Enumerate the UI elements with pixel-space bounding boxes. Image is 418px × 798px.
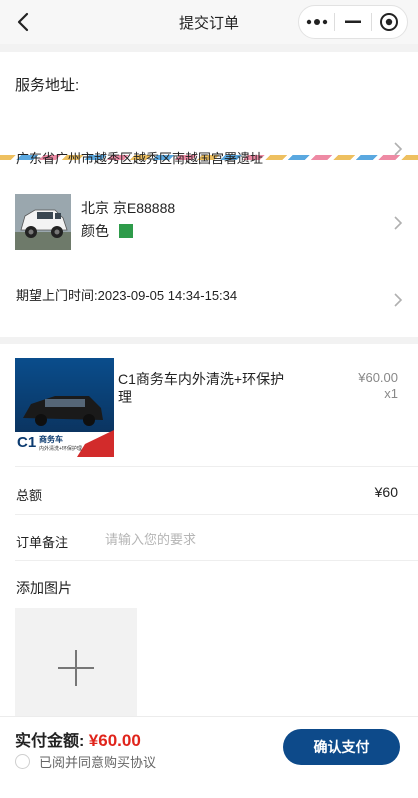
service-address-label: 服务地址: bbox=[15, 77, 80, 94]
product-quantity: x1 bbox=[384, 386, 398, 401]
add-image-label: 添加图片 bbox=[16, 580, 72, 596]
agreement-text: 已阅并同意购买协议 bbox=[39, 755, 157, 770]
car-thumbnail bbox=[15, 194, 71, 250]
pay-label: 实付金额: bbox=[15, 733, 85, 750]
product-image-tagline: 内外清洗+环保护理 bbox=[39, 446, 82, 452]
chevron-right-icon bbox=[392, 293, 404, 307]
checkout-bar: 实付金额: ¥60.00 已阅并同意购买协议 确认支付 bbox=[0, 716, 418, 798]
expected-time-text: 期望上门时间:2023-09-05 14:34-15:34 bbox=[16, 288, 238, 303]
chevron-right-icon bbox=[392, 216, 404, 230]
divider bbox=[15, 514, 418, 515]
product-image: C1 商务车 内外清洗+环保护理 bbox=[15, 358, 114, 457]
product-price: ¥60.00 bbox=[358, 370, 398, 385]
pay-amount-row: 实付金额: ¥60.00 bbox=[15, 727, 141, 751]
plus-icon bbox=[58, 650, 94, 686]
car-plate: 北京 京E88888 bbox=[81, 200, 176, 216]
divider bbox=[15, 560, 418, 561]
address-text: 广东省广州市越秀区越秀区南越国宫署遗址 bbox=[16, 151, 264, 166]
order-card: C1 商务车 内外清洗+环保护理 C1商务车内外清洗+环保护理 ¥60.00 x… bbox=[0, 344, 418, 716]
total-label: 总额 bbox=[16, 488, 43, 503]
product-image-code: C1 bbox=[17, 434, 37, 451]
mini-program-capsule bbox=[298, 5, 408, 39]
target-circle-icon[interactable] bbox=[372, 6, 407, 38]
agreement-radio[interactable] bbox=[15, 754, 30, 769]
remark-label: 订单备注 bbox=[16, 535, 69, 550]
more-dots-icon[interactable] bbox=[299, 6, 334, 38]
car-color-swatch bbox=[119, 224, 133, 238]
confirm-pay-button[interactable]: 确认支付 bbox=[283, 729, 400, 765]
car-color-label: 颜色 bbox=[81, 223, 109, 239]
car-color: 颜色 bbox=[81, 221, 133, 241]
agreement-row[interactable]: 已阅并同意购买协议 bbox=[15, 752, 156, 771]
pay-amount: ¥60.00 bbox=[88, 731, 141, 750]
car-row[interactable]: 北京 京E88888 颜色 bbox=[0, 190, 418, 250]
product-name: C1商务车内外清洗+环保护理 bbox=[118, 371, 285, 405]
time-row[interactable]: 期望上门时间:2023-09-05 14:34-15:34 bbox=[0, 280, 418, 320]
divider bbox=[15, 466, 418, 467]
navigation-bar: 提交订单 bbox=[0, 0, 418, 44]
add-image-button[interactable] bbox=[15, 608, 137, 716]
chevron-right-icon bbox=[392, 142, 404, 156]
remark-input[interactable] bbox=[105, 527, 385, 551]
product-image-subtitle: 商务车 bbox=[39, 435, 63, 444]
minus-icon[interactable] bbox=[335, 6, 370, 38]
total-value: ¥60 bbox=[374, 484, 398, 500]
